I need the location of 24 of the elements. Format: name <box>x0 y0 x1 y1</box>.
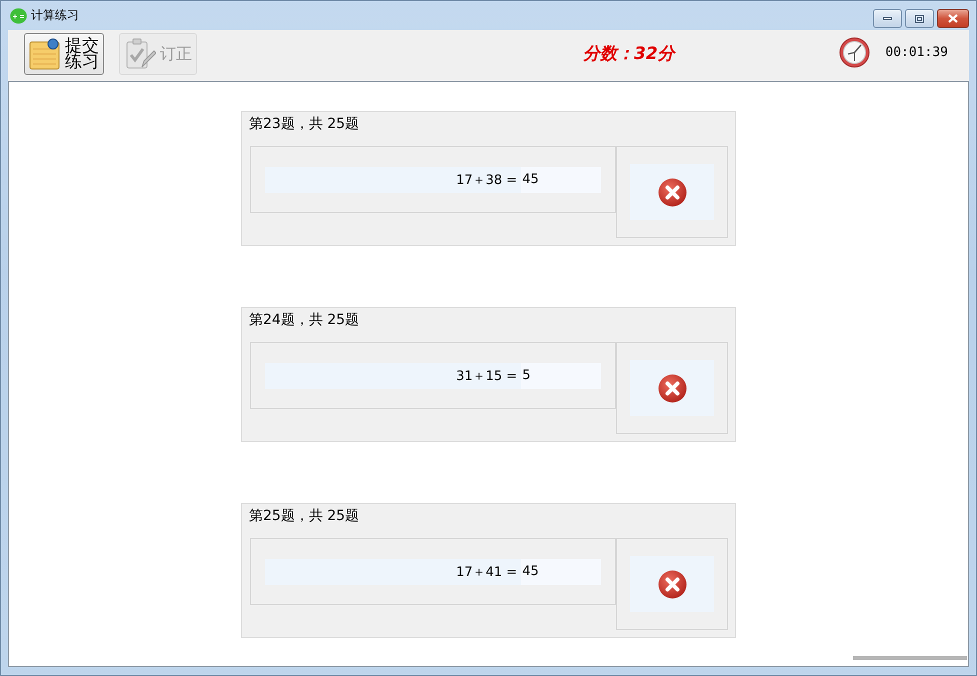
scrollbar-thumb[interactable] <box>853 656 967 660</box>
submit-button[interactable]: 提交练习 <box>24 33 104 75</box>
question-heading: 第24题，共 25题 <box>249 311 360 329</box>
equation-text: 17＋41 = <box>455 564 518 580</box>
question-heading: 第25题，共 25题 <box>249 507 360 525</box>
window-title: 计算练习 <box>31 7 79 24</box>
equation-text: 31＋15 = <box>455 368 518 384</box>
score-text: 分数：32分 <box>583 43 675 65</box>
timer-text: 00:01:39 <box>885 45 948 60</box>
maximize-button[interactable] <box>905 9 934 28</box>
answer-field[interactable]: 45 <box>521 166 602 192</box>
maximize-icon <box>915 14 924 22</box>
equation-text: 17＋38 = <box>455 172 518 188</box>
clipboard-icon <box>124 38 156 70</box>
question-heading: 第23题，共 25题 <box>249 115 360 133</box>
clock-icon <box>839 37 870 68</box>
app-icon <box>10 8 27 24</box>
answer-field[interactable]: 5 <box>521 362 602 388</box>
notepad-icon <box>29 38 61 70</box>
minimize-button[interactable] <box>873 9 902 28</box>
close-icon <box>948 14 958 23</box>
answer-field[interactable]: 45 <box>521 558 602 584</box>
minimize-icon <box>883 17 892 20</box>
close-button[interactable] <box>937 9 969 28</box>
